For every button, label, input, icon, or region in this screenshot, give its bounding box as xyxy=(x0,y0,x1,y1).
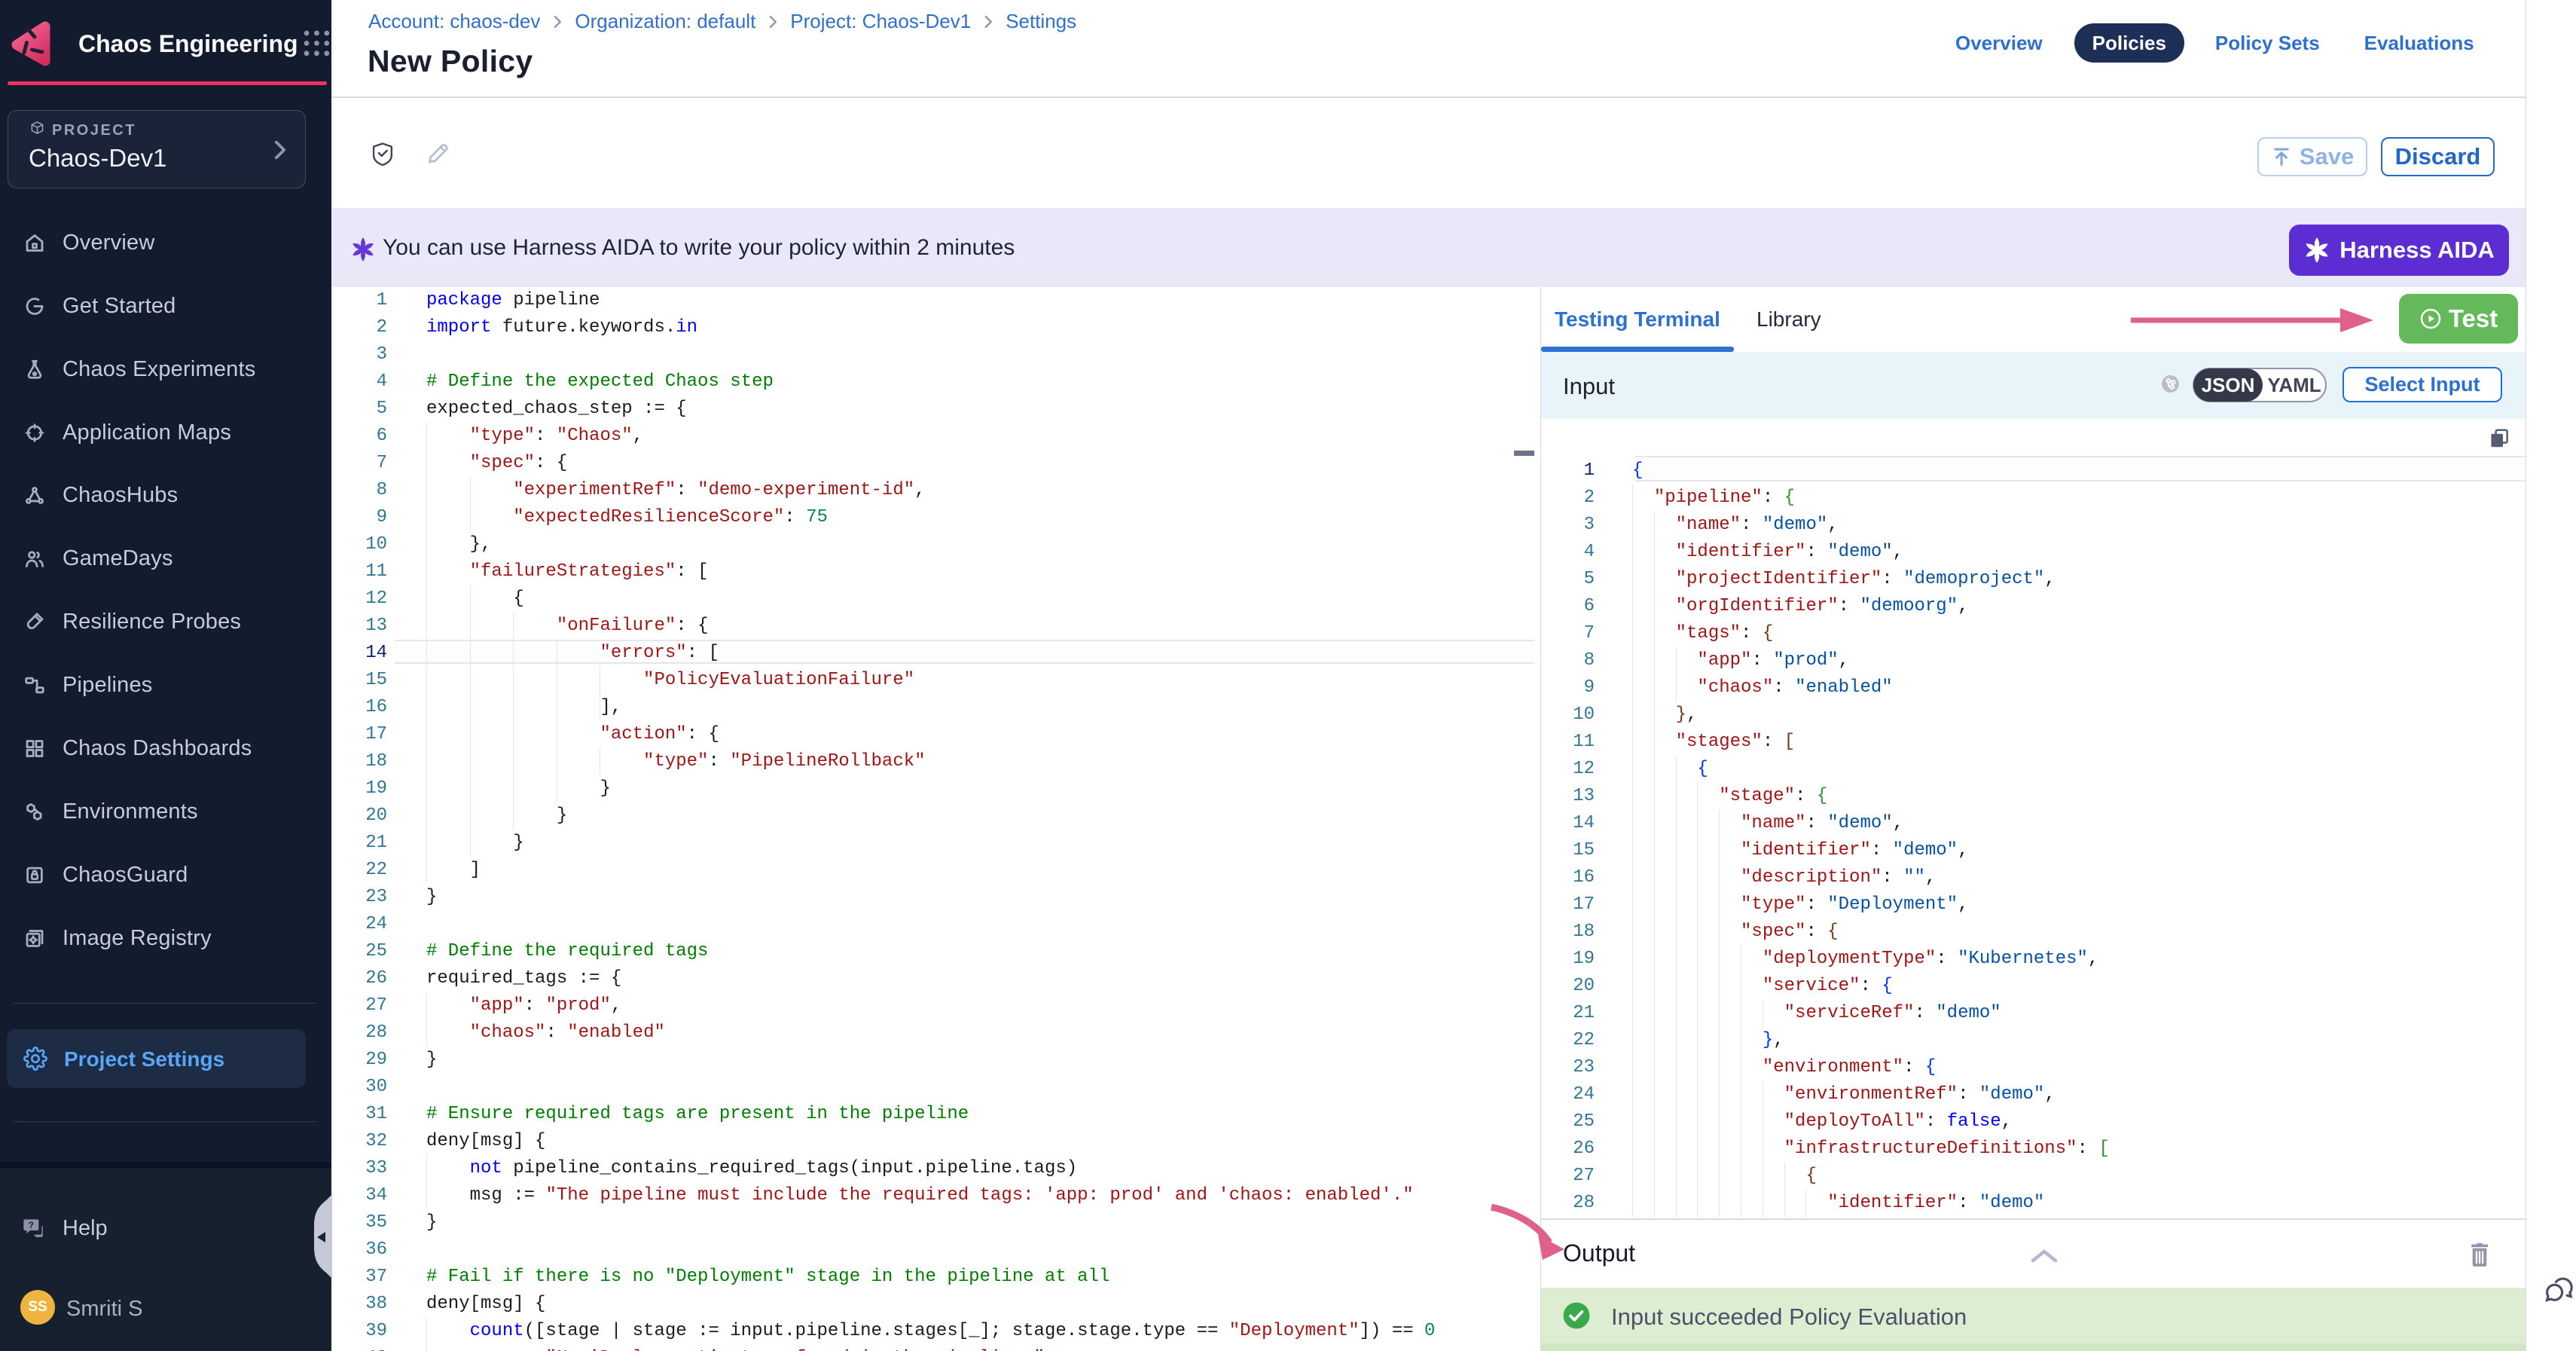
svg-text:?: ? xyxy=(29,1220,34,1230)
